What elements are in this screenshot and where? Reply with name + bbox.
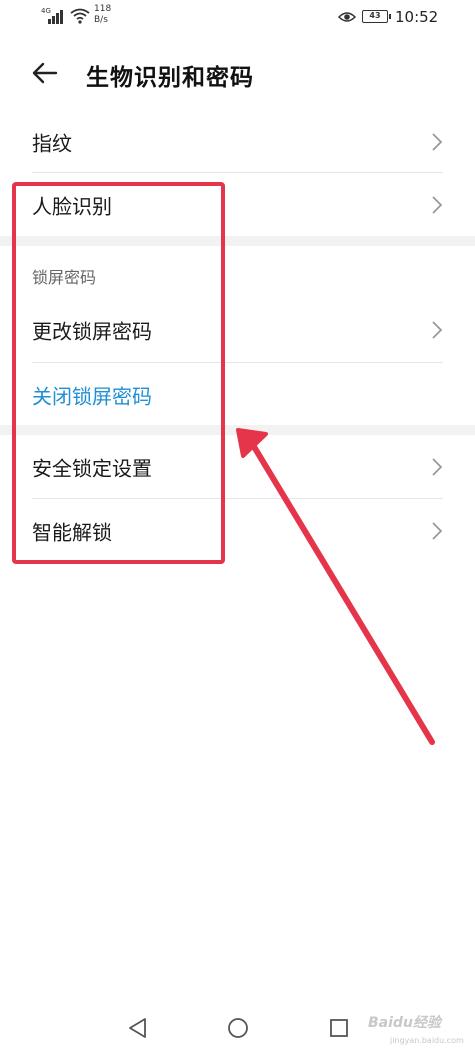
row-fingerprint-label: 指纹 [32, 131, 72, 156]
chevron-right-icon [432, 458, 443, 476]
wifi-icon [70, 8, 90, 24]
chevron-right-icon [432, 196, 443, 214]
chevron-right-icon [432, 321, 443, 339]
network-speed: 118 B/s [94, 4, 124, 26]
battery-indicator: 43 [362, 10, 391, 23]
row-fingerprint[interactable]: 指纹 [0, 110, 475, 174]
signal-icon [48, 10, 63, 24]
status-bar: 4G 118 B/s 43 10:52 [0, 0, 475, 36]
watermark: Baidu经验 [368, 1015, 441, 1031]
clock: 10:52 [395, 8, 439, 26]
eye-icon [338, 12, 356, 22]
annotation-highlight-box [12, 182, 225, 564]
square-recents-icon[interactable] [328, 1017, 350, 1039]
network-speed-unit: B/s [94, 15, 108, 25]
chevron-right-icon [432, 133, 443, 151]
app-header: 生物识别和密码 [0, 48, 475, 98]
watermark-url: jingyan.baidu.com [390, 1036, 464, 1045]
triangle-back-icon[interactable] [126, 1016, 148, 1040]
circle-home-icon[interactable] [226, 1016, 250, 1040]
page-title: 生物识别和密码 [86, 65, 254, 91]
network-speed-value: 118 [94, 4, 112, 14]
chevron-right-icon [432, 522, 443, 540]
back-arrow-icon[interactable] [30, 58, 60, 88]
